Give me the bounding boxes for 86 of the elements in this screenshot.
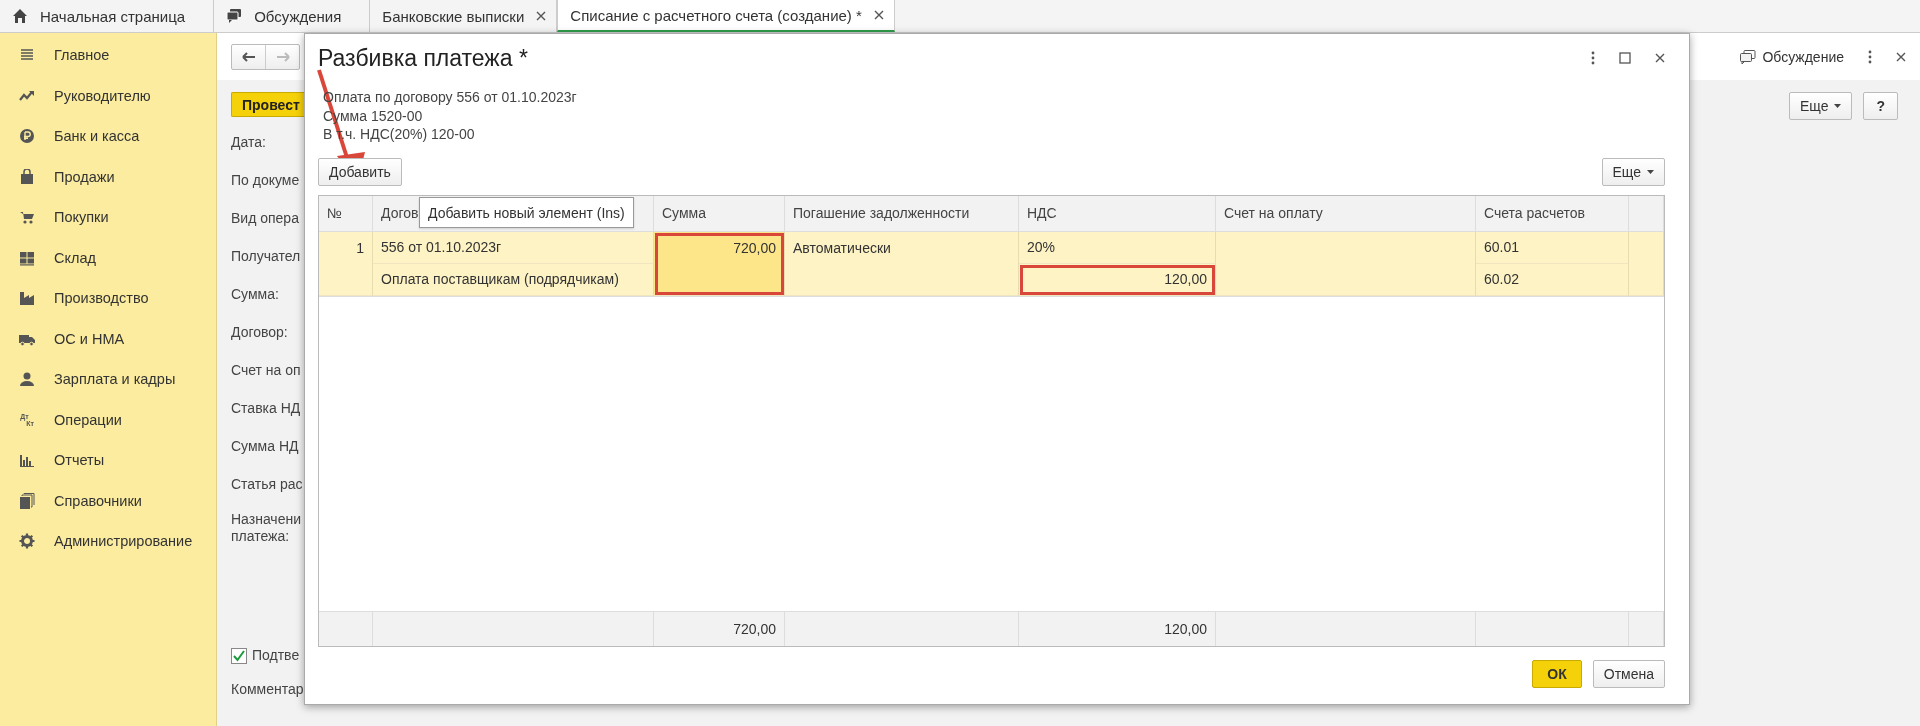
tab-label: Банковские выписки bbox=[382, 7, 525, 25]
sidebar-item[interactable]: Справочники bbox=[54, 492, 142, 509]
tab-label: Списание с расчетного счета (создание) * bbox=[570, 6, 862, 24]
close-icon bbox=[1896, 51, 1906, 62]
tab-label: Начальная страница bbox=[40, 7, 186, 25]
caret-icon bbox=[1647, 169, 1654, 174]
total-cell: 720,00 bbox=[654, 611, 785, 646]
more-button[interactable]: Еще bbox=[1788, 92, 1853, 120]
chat-icon bbox=[1740, 49, 1757, 64]
sidebar-item[interactable]: ОС и НМА bbox=[54, 330, 125, 347]
sidebar-item[interactable]: Отчеты bbox=[54, 452, 105, 469]
close-button[interactable] bbox=[873, 10, 884, 20]
dialog-title: Разбивка платежа * bbox=[318, 44, 528, 72]
bar-chart-icon bbox=[19, 452, 35, 469]
column-header[interactable]: НДС bbox=[1019, 195, 1216, 231]
close-icon bbox=[873, 10, 884, 20]
column-header[interactable]: Погашение задолженности bbox=[785, 195, 1019, 231]
bag-icon bbox=[19, 168, 35, 185]
field-label: Получател bbox=[231, 248, 301, 265]
more-icon bbox=[1591, 51, 1595, 65]
field-label: По докуме bbox=[231, 172, 300, 189]
gear-icon bbox=[19, 533, 35, 550]
post-button[interactable]: Провест bbox=[231, 92, 304, 117]
sidebar-item[interactable]: Покупки bbox=[54, 209, 109, 226]
arrow-right-icon bbox=[275, 51, 290, 62]
field-label: Комментар bbox=[231, 681, 304, 698]
check-icon bbox=[233, 649, 245, 662]
checkbox[interactable] bbox=[231, 647, 247, 664]
table-cell: 556 от 01.10.2023г bbox=[373, 231, 654, 264]
grid-icon bbox=[19, 249, 35, 266]
caret-icon bbox=[1834, 104, 1842, 108]
cancel-button[interactable]: Отмена bbox=[1592, 659, 1665, 688]
maximize-icon bbox=[1619, 52, 1631, 64]
help-button[interactable]: ? bbox=[1863, 92, 1898, 120]
field-label: Сумма: bbox=[231, 286, 279, 303]
column-header[interactable]: № bbox=[319, 195, 373, 231]
ok-button[interactable]: ОК bbox=[1532, 659, 1582, 688]
more-icon bbox=[1868, 49, 1872, 64]
discussion-link[interactable]: Обсуждение bbox=[1740, 48, 1844, 65]
close-icon bbox=[1655, 53, 1665, 63]
cart-icon bbox=[19, 209, 35, 226]
table-cell: 20% bbox=[1019, 231, 1216, 264]
field-label: Дата: bbox=[231, 134, 266, 151]
table-cell: Автоматически bbox=[785, 231, 1019, 296]
sidebar-item[interactable]: Главное bbox=[54, 47, 110, 64]
home-icon bbox=[12, 8, 28, 24]
field-label: Статья рас bbox=[231, 476, 303, 493]
row-number: 1 bbox=[319, 231, 373, 296]
sidebar-item[interactable]: Зарплата и кадры bbox=[54, 371, 176, 388]
field-label: Сумма НД bbox=[231, 438, 299, 455]
sidebar-item[interactable]: Продажи bbox=[54, 168, 115, 185]
table-cell: 60.01 bbox=[1476, 231, 1629, 264]
tab-label: Обсуждения bbox=[254, 7, 342, 25]
column-header[interactable]: Сумма bbox=[654, 195, 785, 231]
table-cell: 60.02 bbox=[1476, 263, 1629, 296]
coin-icon bbox=[19, 128, 35, 145]
table-cell bbox=[1629, 231, 1664, 296]
total-cell: 120,00 bbox=[1019, 611, 1216, 646]
sidebar-item[interactable]: Банк и касса bbox=[54, 128, 140, 145]
sidebar-item[interactable]: Администрирование bbox=[54, 533, 193, 550]
factory-icon bbox=[19, 290, 35, 307]
field-label: Назначени платежа: bbox=[231, 511, 301, 545]
table-cell: 120,00 bbox=[1019, 263, 1216, 296]
table-cell: Оплата поставщикам (подрядчикам) bbox=[373, 263, 654, 296]
table-cell: 720,00 bbox=[654, 231, 785, 296]
add-button[interactable]: Добавить bbox=[318, 157, 402, 186]
tab[interactable]: Списание с расчетного счета (создание) * bbox=[557, 0, 895, 32]
field-label: Ставка НД bbox=[231, 400, 301, 417]
close-button[interactable] bbox=[536, 11, 547, 21]
sidebar-item[interactable]: Руководителю bbox=[54, 87, 151, 104]
sidebar-item[interactable]: Производство bbox=[54, 290, 149, 307]
more-button[interactable]: Еще bbox=[1601, 157, 1665, 186]
sidebar-item[interactable]: Операции bbox=[54, 411, 122, 428]
column-header[interactable]: Счета расчетов bbox=[1476, 195, 1629, 231]
column-header[interactable]: Счет на оплату bbox=[1216, 195, 1476, 231]
close-icon bbox=[536, 11, 547, 21]
tooltip: Добавить новый элемент (Ins) bbox=[419, 197, 634, 228]
checkbox-label: Подтве bbox=[252, 647, 300, 664]
chat-icon bbox=[226, 8, 243, 24]
books-icon bbox=[19, 492, 35, 509]
field-label: Счет на оп bbox=[231, 362, 301, 379]
field-label: Вид опера bbox=[231, 210, 299, 227]
arrow-left-icon bbox=[241, 51, 256, 62]
field-label: Договор: bbox=[231, 324, 288, 341]
sidebar-item[interactable]: Склад bbox=[54, 249, 96, 266]
person-icon bbox=[19, 371, 35, 388]
